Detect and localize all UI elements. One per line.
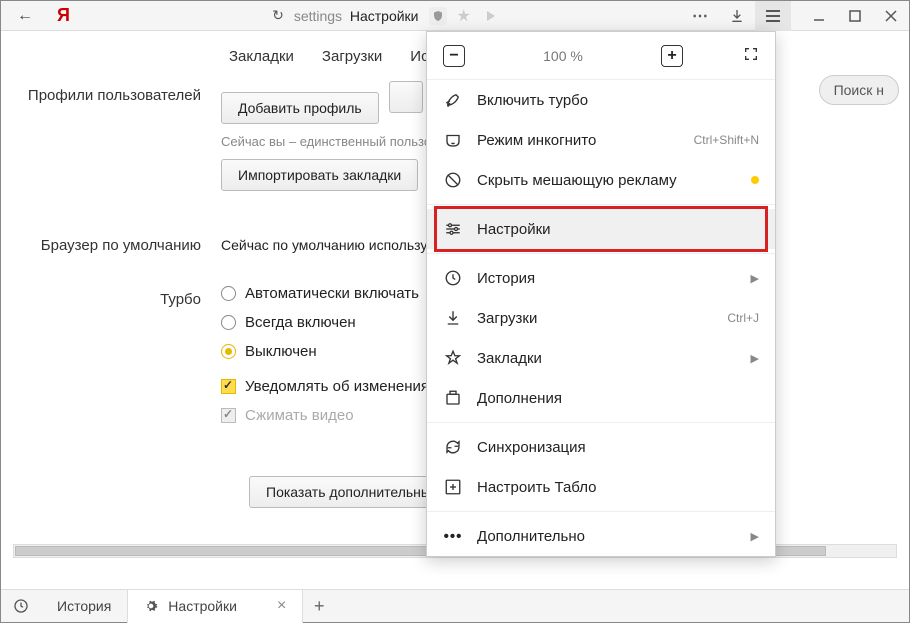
addons-icon (443, 389, 463, 407)
zoom-in-button[interactable]: + (661, 45, 683, 67)
menu-history-label: История (477, 270, 737, 287)
turbo-off-label: Выключен (245, 343, 317, 360)
toolbar-right: ⋯ (683, 1, 909, 31)
menu-settings-label: Настройки (477, 221, 759, 238)
menu-separator (427, 204, 775, 205)
back-button[interactable]: ← (11, 5, 39, 27)
menu-sync-label: Синхронизация (477, 439, 759, 456)
menu-hide-ads-label: Скрыть мешающую рекламу (477, 172, 737, 189)
checkbox-icon (221, 379, 236, 394)
history-tab[interactable]: История (41, 590, 127, 623)
chevron-right-icon: ▶ (751, 352, 759, 365)
zoom-row: − 100 % + (427, 32, 775, 80)
menu-badge-dot (751, 176, 759, 184)
chevron-right-icon: ▶ (751, 272, 759, 285)
close-tab-icon[interactable]: × (277, 597, 286, 615)
download-icon (443, 309, 463, 327)
downloads-button[interactable] (719, 1, 755, 31)
menu-incognito-shortcut: Ctrl+Shift+N (694, 133, 759, 147)
bookmark-star-icon[interactable]: ★ (457, 6, 471, 26)
import-bookmarks-button[interactable]: Импортировать закладки (221, 159, 418, 191)
radio-icon (221, 286, 236, 301)
zoom-out-button[interactable]: − (443, 45, 465, 67)
title-bar: ← Я ↻ settings Настройки ★ ⋯ (1, 1, 909, 31)
sliders-icon (443, 220, 463, 238)
menu-separator (427, 422, 775, 423)
star-icon (443, 349, 463, 367)
menu-bookmarks-label: Закладки (477, 350, 737, 367)
menu-separator (427, 253, 775, 254)
turbo-label: Турбо (21, 285, 221, 436)
history-tab-label: История (57, 598, 111, 614)
menu-incognito-label: Режим инкогнито (477, 132, 680, 149)
nav-downloads[interactable]: Загрузки (322, 48, 382, 65)
rocket-icon (443, 91, 463, 109)
settings-tab[interactable]: Настройки × (127, 590, 303, 623)
radio-icon (221, 344, 236, 359)
block-icon (443, 171, 463, 189)
menu-addons[interactable]: Дополнения (427, 378, 775, 418)
menu-button[interactable] (755, 1, 791, 31)
url-text: settings Настройки (294, 8, 419, 24)
sync-icon (443, 438, 463, 456)
menu-incognito[interactable]: Режим инкогнито Ctrl+Shift+N (427, 120, 775, 160)
search-settings-button[interactable]: Поиск н (819, 75, 899, 105)
tab-bar: История Настройки × + (1, 589, 909, 622)
window-controls (801, 1, 909, 31)
clock-icon (443, 269, 463, 287)
minimize-button[interactable] (801, 1, 837, 31)
menu-history[interactable]: История ▶ (427, 258, 775, 298)
fullscreen-icon[interactable] (743, 46, 759, 65)
turbo-on-label: Всегда включен (245, 314, 356, 331)
menu-separator (427, 511, 775, 512)
notify-label: Уведомлять об изменениях (245, 378, 437, 395)
profiles-label: Профили пользователей (21, 81, 221, 191)
address-bar[interactable]: ↻ settings Настройки ★ (90, 6, 683, 26)
grid-plus-icon (443, 478, 463, 496)
hamburger-icon (766, 10, 780, 22)
history-icon[interactable] (13, 598, 29, 614)
reload-icon[interactable]: ↻ (272, 7, 284, 24)
menu-hide-ads[interactable]: Скрыть мешающую рекламу (427, 160, 775, 200)
menu-tablo[interactable]: Настроить Табло (427, 467, 775, 507)
yandex-logo[interactable]: Я (47, 5, 80, 26)
zoom-value: 100 % (465, 48, 661, 64)
compress-video-label: Сжимать видео (245, 407, 354, 424)
profile-secondary-button[interactable] (389, 81, 423, 113)
settings-tab-label: Настройки (168, 598, 237, 614)
tab-separator-icon (487, 11, 495, 21)
menu-tablo-label: Настроить Табло (477, 479, 759, 496)
menu-downloads-label: Загрузки (477, 310, 713, 327)
turbo-auto-label: Автоматически включать (245, 285, 419, 302)
mask-icon (443, 131, 463, 149)
new-tab-button[interactable]: + (309, 596, 329, 616)
menu-more[interactable]: ••• Дополнительно ▶ (427, 516, 775, 556)
menu-downloads-shortcut: Ctrl+J (727, 311, 759, 325)
menu-turbo-label: Включить турбо (477, 92, 759, 109)
dots-icon: ••• (443, 528, 463, 545)
more-button[interactable]: ⋯ (683, 1, 719, 31)
default-browser-label: Браузер по умолчанию (21, 231, 221, 255)
main-menu: − 100 % + Включить турбо Режим инкогнито… (426, 31, 776, 557)
nav-section: ← Я (1, 5, 90, 27)
menu-turbo[interactable]: Включить турбо (427, 80, 775, 120)
chevron-right-icon: ▶ (751, 530, 759, 543)
nav-bookmarks[interactable]: Закладки (229, 48, 294, 65)
menu-sync[interactable]: Синхронизация (427, 427, 775, 467)
add-profile-button[interactable]: Добавить профиль (221, 92, 379, 124)
gear-icon (144, 599, 158, 613)
close-button[interactable] (873, 1, 909, 31)
radio-icon (221, 315, 236, 330)
menu-settings[interactable]: Настройки (427, 209, 775, 249)
protect-icon[interactable] (429, 7, 447, 25)
menu-bookmarks[interactable]: Закладки ▶ (427, 338, 775, 378)
checkbox-icon (221, 408, 236, 423)
menu-addons-label: Дополнения (477, 390, 759, 407)
maximize-button[interactable] (837, 1, 873, 31)
menu-more-label: Дополнительно (477, 528, 737, 545)
menu-downloads[interactable]: Загрузки Ctrl+J (427, 298, 775, 338)
